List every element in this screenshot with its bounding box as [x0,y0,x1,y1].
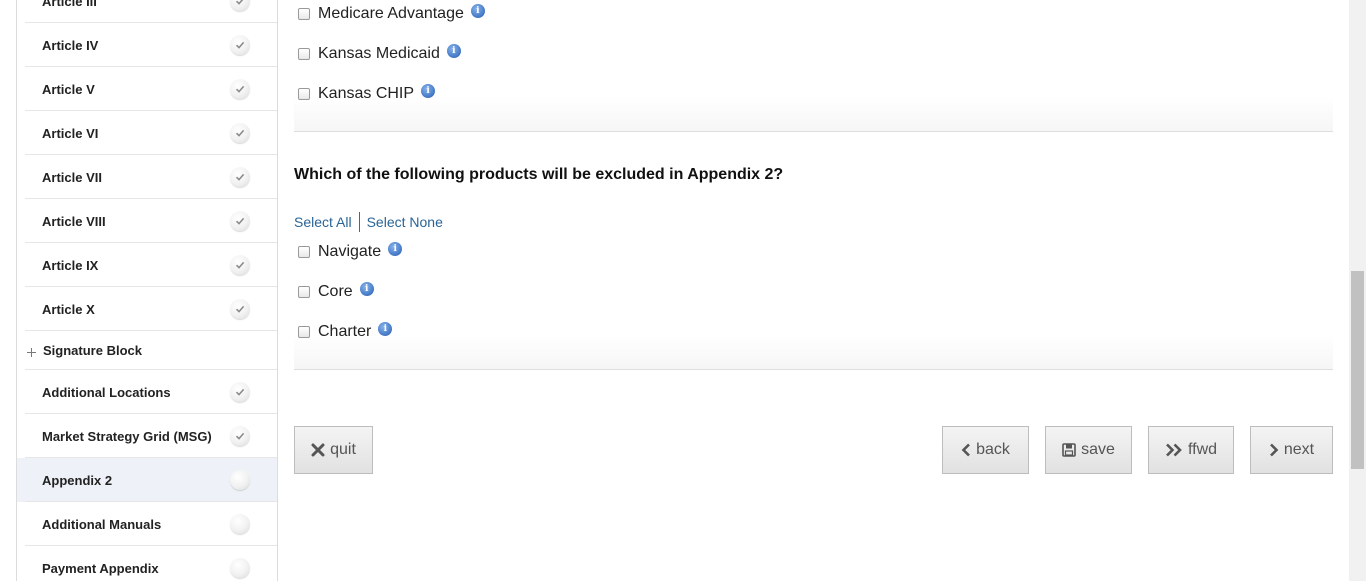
next-label: next [1283,441,1315,458]
info-icon[interactable]: i [388,242,403,256]
option-kansas-chip[interactable]: Kansas CHIP i [298,84,436,104]
sidebar-item-label: Article VIII [42,213,106,229]
status-circle-icon [230,470,250,490]
sidebar-item-label: Signature Block [43,343,142,358]
floppy-disk-icon [1062,443,1076,457]
info-icon[interactable]: i [378,322,393,336]
save-label: save [1081,441,1115,458]
expand-plus-icon[interactable] [27,348,36,357]
option-label: Charter [318,323,372,340]
checkbox[interactable] [298,286,310,298]
option-kansas-medicaid[interactable]: Kansas Medicaid i [298,44,461,64]
panel-divider [294,334,1333,370]
info-icon[interactable]: i [359,282,374,296]
ffwd-label: ffwd [1187,441,1218,458]
close-icon [311,443,325,457]
select-none-link[interactable]: Select None [367,214,443,230]
complete-check-icon [230,0,250,11]
link-separator [358,212,360,232]
sidebar-item-additional-locations[interactable]: Additional Locations [17,370,277,414]
complete-check-icon [230,426,250,446]
sidebar-list: Article III Article IV Article V Article… [17,0,277,581]
complete-check-icon [230,211,250,231]
complete-check-icon [230,382,250,402]
sidebar-item-article-vii[interactable]: Article VII [17,155,277,199]
sidebar-item-appendix-2[interactable]: Appendix 2 [17,458,277,502]
select-links: Select All Select None [294,212,443,232]
double-chevron-right-icon [1165,443,1183,457]
sidebar-item-article-vi[interactable]: Article VI [17,111,277,155]
sidebar-item-article-ix[interactable]: Article IX [17,243,277,287]
sidebar-item-label: Appendix 2 [42,472,113,488]
status-circle-icon [230,514,250,534]
app-root: Article III Article IV Article V Article… [0,0,1366,581]
option-label: Medicare Advantage [318,5,464,22]
sidebar-item-label: Article IV [42,37,99,53]
sidebar-item-label: Article VII [42,169,102,185]
chevron-left-icon [961,443,971,457]
sidebar-nav: Article III Article IV Article V Article… [16,0,278,581]
complete-check-icon [230,123,250,143]
sidebar-item-label: Additional Manuals [42,516,162,532]
sidebar-item-label: Article X [42,301,95,317]
ffwd-button[interactable]: ffwd [1148,426,1234,474]
vertical-scrollbar[interactable] [1349,0,1366,581]
status-circle-icon [230,558,250,578]
chevron-right-icon [1269,443,1279,457]
option-label: Navigate [318,243,382,260]
question-heading: Which of the following products will be … [294,166,784,183]
quit-button[interactable]: quit [294,426,373,474]
option-charter[interactable]: Charter i [298,322,393,342]
checkbox[interactable] [298,246,310,258]
quit-label: quit [330,441,356,458]
checkbox[interactable] [298,48,310,60]
info-icon[interactable]: i [446,44,461,58]
sidebar-item-article-iv[interactable]: Article IV [17,23,277,67]
option-medicare-advantage[interactable]: Medicare Advantage i [298,4,485,24]
next-button[interactable]: next [1250,426,1333,474]
complete-check-icon [230,35,250,55]
save-button[interactable]: save [1045,426,1132,474]
sidebar-item-label: Additional Locations [42,384,171,400]
complete-check-icon [230,167,250,187]
checkbox[interactable] [298,326,310,338]
sidebar-item-label: Article III [42,0,97,9]
back-label: back [976,441,1010,458]
sidebar-item-label: Article IX [42,257,99,273]
sidebar-item-label: Article V [42,81,95,97]
checkbox[interactable] [298,88,310,100]
sidebar-item-article-iii[interactable]: Article III [17,0,277,23]
checkbox[interactable] [298,8,310,20]
scrollbar-thumb[interactable] [1351,271,1364,469]
sidebar-item-signature-block[interactable]: Signature Block [17,331,277,370]
sidebar-item-article-viii[interactable]: Article VIII [17,199,277,243]
sidebar-item-article-x[interactable]: Article X [17,287,277,331]
sidebar-item-label: Payment Appendix [42,560,159,576]
select-all-link[interactable]: Select All [294,214,352,230]
main-content: Medicare Advantage i Kansas Medicaid i K… [294,0,1333,581]
sidebar-item-payment-appendix[interactable]: Payment Appendix [17,546,277,581]
option-label: Kansas Medicaid [318,45,440,62]
back-button[interactable]: back [942,426,1029,474]
info-icon[interactable]: i [421,84,436,98]
panel-divider [294,96,1333,132]
option-label: Core [318,283,353,300]
option-navigate[interactable]: Navigate i [298,242,403,262]
complete-check-icon [230,79,250,99]
sidebar-item-market-strategy-grid[interactable]: Market Strategy Grid (MSG) [17,414,277,458]
option-label: Kansas CHIP [318,85,415,102]
sidebar-item-article-v[interactable]: Article V [17,67,277,111]
sidebar-item-label: Market Strategy Grid (MSG) [42,428,212,444]
complete-check-icon [230,255,250,275]
sidebar-item-label: Article VI [42,125,99,141]
option-core[interactable]: Core i [298,282,374,302]
complete-check-icon [230,299,250,319]
sidebar-item-additional-manuals[interactable]: Additional Manuals [17,502,277,546]
info-icon[interactable]: i [470,4,485,18]
